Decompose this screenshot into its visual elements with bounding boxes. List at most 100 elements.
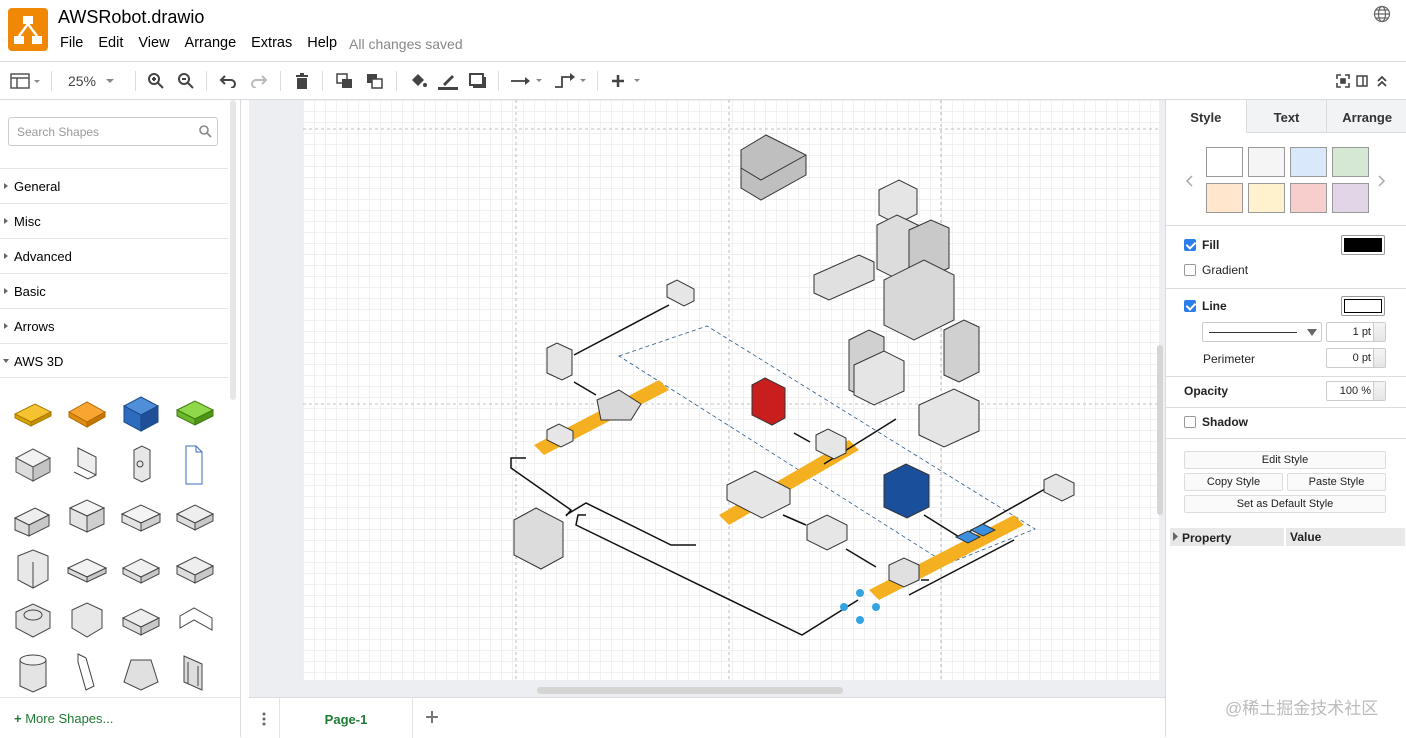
line-pattern-select[interactable] [1202, 322, 1322, 342]
copy-style-button[interactable]: Copy Style [1184, 473, 1283, 491]
insert-icon[interactable] [610, 71, 644, 91]
shape-tower[interactable] [118, 442, 164, 488]
shape-cylinder[interactable] [10, 650, 56, 696]
shadow-icon[interactable] [468, 71, 488, 91]
shape-page[interactable] [64, 650, 110, 696]
fill-color-icon[interactable] [408, 71, 428, 91]
page-menu-icon[interactable] [261, 712, 267, 726]
document-title[interactable]: AWSRobot.drawio [58, 7, 204, 28]
shadow-checkbox[interactable] [1184, 416, 1196, 428]
chevron-right-icon [4, 183, 8, 189]
tab-style[interactable]: Style [1166, 100, 1246, 133]
shape-hex-box[interactable] [64, 598, 110, 644]
menu-edit[interactable]: Edit [98, 35, 123, 51]
opacity-input[interactable]: 100 % [1326, 381, 1386, 401]
sidebar-scrollbar[interactable] [230, 100, 236, 400]
save-status: All changes saved [349, 36, 463, 52]
tab-arrange[interactable]: Arrange [1326, 100, 1406, 133]
page-tab[interactable]: Page-1 [279, 698, 413, 738]
property-column-header: Property [1182, 531, 1232, 545]
set-default-style-button[interactable]: Set as Default Style [1184, 495, 1386, 513]
undo-icon[interactable] [218, 71, 238, 91]
shape-router[interactable] [172, 494, 218, 540]
more-shapes-button[interactable]: + More Shapes... [0, 697, 241, 737]
language-globe-icon[interactable] [1373, 5, 1391, 23]
category-basic[interactable]: Basic [0, 273, 228, 308]
sidebar-toggle-icon[interactable] [8, 71, 42, 91]
shape-envelope[interactable] [172, 598, 218, 644]
style-swatch[interactable] [1206, 183, 1243, 213]
diagram-canvas[interactable] [249, 100, 1165, 697]
delete-icon[interactable] [292, 71, 312, 91]
shape-octagon[interactable] [10, 598, 56, 644]
format-panel-icon[interactable] [1354, 71, 1370, 91]
to-front-icon[interactable] [335, 71, 355, 91]
tab-text[interactable]: Text [1245, 100, 1327, 133]
shape-blue-block[interactable] [118, 390, 164, 436]
style-swatch[interactable] [1290, 183, 1327, 213]
shape-thin-slab[interactable] [64, 546, 110, 592]
shape-monitor[interactable] [64, 442, 110, 488]
style-swatch[interactable] [1332, 147, 1369, 177]
style-swatch[interactable] [1248, 183, 1285, 213]
zoom-in-icon[interactable] [146, 71, 166, 91]
fill-color-picker[interactable] [1341, 235, 1385, 255]
fill-checkbox[interactable] [1184, 239, 1196, 251]
to-back-icon[interactable] [365, 71, 385, 91]
category-aws-3d[interactable]: AWS 3D [0, 343, 228, 378]
style-swatch[interactable] [1206, 147, 1243, 177]
line-color-icon[interactable] [437, 71, 459, 91]
shape-film[interactable] [172, 650, 218, 696]
swatch-next-icon[interactable] [1378, 175, 1386, 187]
shape-wedge[interactable] [10, 494, 56, 540]
shape-gray-box[interactable] [10, 442, 56, 488]
collapse-icon[interactable] [1374, 71, 1390, 91]
edit-style-button[interactable]: Edit Style [1184, 451, 1386, 469]
shape-orange-grid[interactable] [64, 390, 110, 436]
line-color-picker[interactable] [1341, 296, 1385, 316]
category-general[interactable]: General [0, 168, 228, 203]
menu-view[interactable]: View [138, 35, 169, 51]
paste-style-button[interactable]: Paste Style [1287, 473, 1386, 491]
line-width-input[interactable]: 1 pt [1326, 322, 1386, 342]
search-shapes-input[interactable]: Search Shapes [8, 117, 218, 146]
shape-cloud-box[interactable] [10, 546, 56, 592]
style-swatch[interactable] [1248, 147, 1285, 177]
zoom-out-icon[interactable] [176, 71, 196, 91]
category-label: Arrows [14, 319, 55, 334]
shape-dome[interactable] [118, 650, 164, 696]
menu-help[interactable]: Help [307, 35, 337, 51]
watermark: @稀土掘金技术社区 [1225, 699, 1379, 718]
category-misc[interactable]: Misc [0, 203, 228, 238]
shape-server-box[interactable] [64, 494, 110, 540]
menu-file[interactable]: File [60, 35, 83, 51]
connection-icon[interactable] [510, 71, 544, 91]
horizontal-scrollbar[interactable] [537, 687, 843, 694]
vertical-scrollbar[interactable] [1157, 345, 1163, 515]
opacity-label: Opacity [1184, 384, 1229, 398]
shape-disk[interactable] [118, 546, 164, 592]
shape-quad-block[interactable] [172, 546, 218, 592]
line-checkbox[interactable] [1184, 300, 1196, 312]
shape-green-slab[interactable] [172, 390, 218, 436]
category-advanced[interactable]: Advanced [0, 238, 228, 273]
waypoints-icon[interactable] [554, 71, 588, 91]
swatch-prev-icon[interactable] [1185, 175, 1193, 187]
diagram-drawing [303, 100, 1159, 680]
fullscreen-icon[interactable] [1334, 71, 1352, 91]
zoom-select[interactable]: 25% [60, 71, 124, 91]
menu-extras[interactable]: Extras [251, 35, 292, 51]
shape-flat-box[interactable] [118, 494, 164, 540]
menu-arrange[interactable]: Arrange [185, 35, 237, 51]
expand-arrow-icon[interactable] [1173, 532, 1179, 541]
gradient-checkbox[interactable] [1184, 264, 1196, 276]
perimeter-input[interactable]: 0 pt [1326, 348, 1386, 368]
redo-icon[interactable] [249, 71, 269, 91]
style-swatch[interactable] [1290, 147, 1327, 177]
shape-gold-slab[interactable] [10, 390, 56, 436]
style-swatch[interactable] [1332, 183, 1369, 213]
shape-document[interactable] [172, 442, 218, 488]
category-arrows[interactable]: Arrows [0, 308, 228, 343]
add-page-icon[interactable] [425, 710, 439, 724]
shape-cross-box[interactable] [118, 598, 164, 644]
